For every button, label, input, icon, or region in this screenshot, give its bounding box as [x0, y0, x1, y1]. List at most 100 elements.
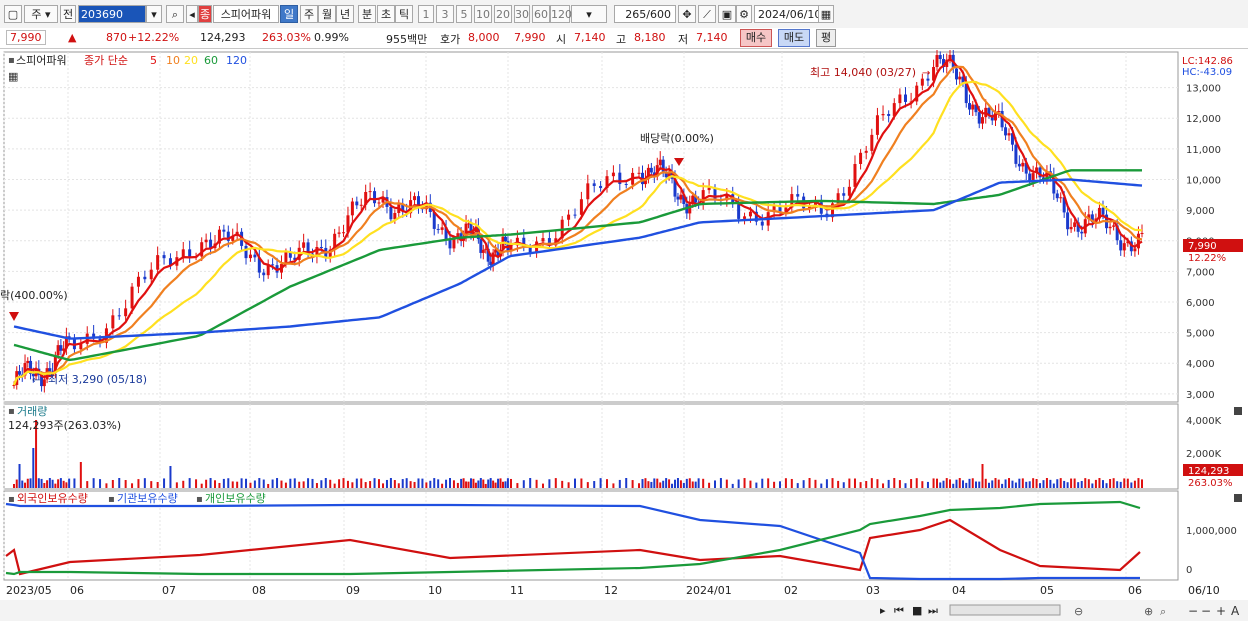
volume-bar — [401, 479, 404, 488]
volume-bar — [169, 466, 172, 488]
stock-chart-svg[interactable]: 13,00012,00011,00010,0009,0008,0007,0006… — [0, 46, 1248, 621]
period-button-5[interactable]: 초 — [377, 5, 395, 23]
period-button-0[interactable]: 일 — [280, 5, 298, 23]
volume-bar — [679, 480, 682, 488]
volume-bar — [429, 480, 432, 488]
interval-button-1[interactable]: 3 — [436, 5, 454, 23]
sell-button[interactable]: 매도 — [778, 29, 810, 47]
candle-body — [977, 112, 981, 124]
rewind-icon[interactable]: ⏮ — [894, 604, 904, 617]
interval-button-0[interactable]: 1 — [418, 5, 434, 23]
volume-bar — [377, 479, 380, 488]
candle-body — [1073, 222, 1077, 227]
candle-body — [1101, 207, 1105, 215]
volume-bar — [761, 478, 764, 488]
low-note: 최저 3,290 (05/18) — [48, 373, 147, 386]
save-icon[interactable]: ▣ — [718, 5, 736, 23]
volume-bar — [417, 478, 420, 488]
window-icon[interactable]: ▢ — [4, 5, 22, 23]
candle-body — [870, 134, 874, 151]
font-size-icon[interactable]: A — [1231, 604, 1240, 618]
candle-body — [124, 308, 128, 317]
interval-button-5[interactable]: 30 — [514, 5, 530, 23]
interval-button-7[interactable]: 120 — [550, 5, 572, 23]
grid-toggle-icon[interactable]: ▦ — [8, 70, 18, 83]
chevron-down-icon[interactable]: ▾ — [146, 5, 162, 23]
scroll-right-icon[interactable]: ▸ — [880, 604, 886, 617]
minus-icon[interactable]: − — [1188, 604, 1198, 618]
market-type-select[interactable]: 주 ▾ — [24, 5, 58, 23]
period-button-6[interactable]: 틱 — [395, 5, 413, 23]
volume-bar — [955, 479, 958, 488]
stop-icon[interactable]: ■ — [912, 604, 922, 617]
volume-bar — [46, 480, 49, 488]
search-zoom-icon[interactable]: ⌕ — [1160, 605, 1166, 618]
volume-bar — [779, 481, 781, 488]
gear-icon[interactable]: ⚙ — [736, 5, 752, 23]
volume-bar — [271, 479, 274, 488]
candle-body — [18, 371, 22, 375]
count-field[interactable]: 265/600 — [614, 5, 676, 23]
period-button-1[interactable]: 주 — [300, 5, 318, 23]
volume-bar — [32, 448, 35, 488]
shrink-icon[interactable]: − — [1201, 604, 1211, 618]
scroll-thumb[interactable] — [949, 604, 1061, 616]
high-note: 최고 14,040 (03/27) — [810, 66, 916, 79]
high-label: 고 — [616, 33, 627, 46]
volume-bar — [163, 478, 166, 488]
plus-icon[interactable]: + — [1216, 604, 1226, 618]
volume-close-icon[interactable] — [1234, 407, 1242, 415]
candle-body — [1080, 231, 1084, 234]
draw-tool-icon[interactable]: ⟋ — [698, 5, 716, 23]
low-label: 저 — [678, 33, 689, 46]
interval-button-4[interactable]: 20 — [494, 5, 512, 23]
calendar-icon[interactable]: ▦ — [818, 5, 834, 23]
crosshair-icon[interactable]: ✥ — [678, 5, 696, 23]
volume-bar — [958, 478, 961, 488]
volume-bar — [1059, 478, 1062, 488]
price-tick-9: 4,000 — [1186, 359, 1215, 370]
current-pct-tag: 12.22% — [1188, 253, 1226, 264]
volume-bar — [489, 478, 492, 488]
volume-bar — [472, 478, 475, 488]
x-label-10: 03 — [866, 584, 880, 597]
volume-panel — [3, 403, 1179, 490]
volume-bar — [137, 479, 140, 488]
stock-code-input[interactable]: 203690 — [78, 5, 146, 23]
volume-menu-icon[interactable]: ▪ — [8, 406, 15, 417]
candle-body — [743, 216, 747, 219]
volume-bar — [749, 480, 752, 488]
candle-body — [898, 94, 902, 104]
interval-dropdown[interactable]: ▾ — [571, 5, 607, 23]
volume-bar — [425, 482, 428, 488]
volume-bar — [99, 479, 102, 488]
search-icon[interactable]: ⌕ — [166, 5, 184, 23]
forward-icon[interactable]: ⏭ — [928, 604, 938, 617]
period-button-3[interactable]: 년 — [336, 5, 354, 23]
candle-body — [579, 199, 583, 215]
zoom-out-icon[interactable]: ⊖ — [1074, 605, 1083, 618]
volume-bar — [926, 481, 929, 488]
volume-bar — [351, 482, 354, 488]
volume-bar — [92, 478, 95, 488]
period-button-4[interactable]: 분 — [358, 5, 376, 23]
interval-button-2[interactable]: 5 — [456, 5, 472, 23]
volume-bar — [580, 478, 583, 488]
speaker-icon[interactable]: ◂ — [186, 5, 198, 23]
panel-menu-icon[interactable]: ▪ — [8, 55, 15, 66]
volume-bar — [465, 481, 468, 488]
ma-legend-60: 60 — [204, 54, 218, 67]
period-button-2[interactable]: 월 — [318, 5, 336, 23]
buy-button[interactable]: 매수 — [740, 29, 772, 47]
holding-menu-icon[interactable]: ▪ — [8, 494, 15, 505]
interval-button-6[interactable]: 60 — [532, 5, 550, 23]
volume-bar — [182, 480, 185, 488]
candle-body — [938, 55, 942, 60]
prev-button[interactable]: 전 — [60, 5, 76, 23]
interval-button-3[interactable]: 10 — [474, 5, 492, 23]
volume-bar — [445, 479, 448, 488]
flat-button[interactable]: 평 — [816, 29, 836, 47]
volume-bar — [504, 481, 507, 488]
holding-close-icon[interactable] — [1234, 494, 1242, 502]
zoom-in-icon[interactable]: ⊕ — [1144, 605, 1153, 618]
